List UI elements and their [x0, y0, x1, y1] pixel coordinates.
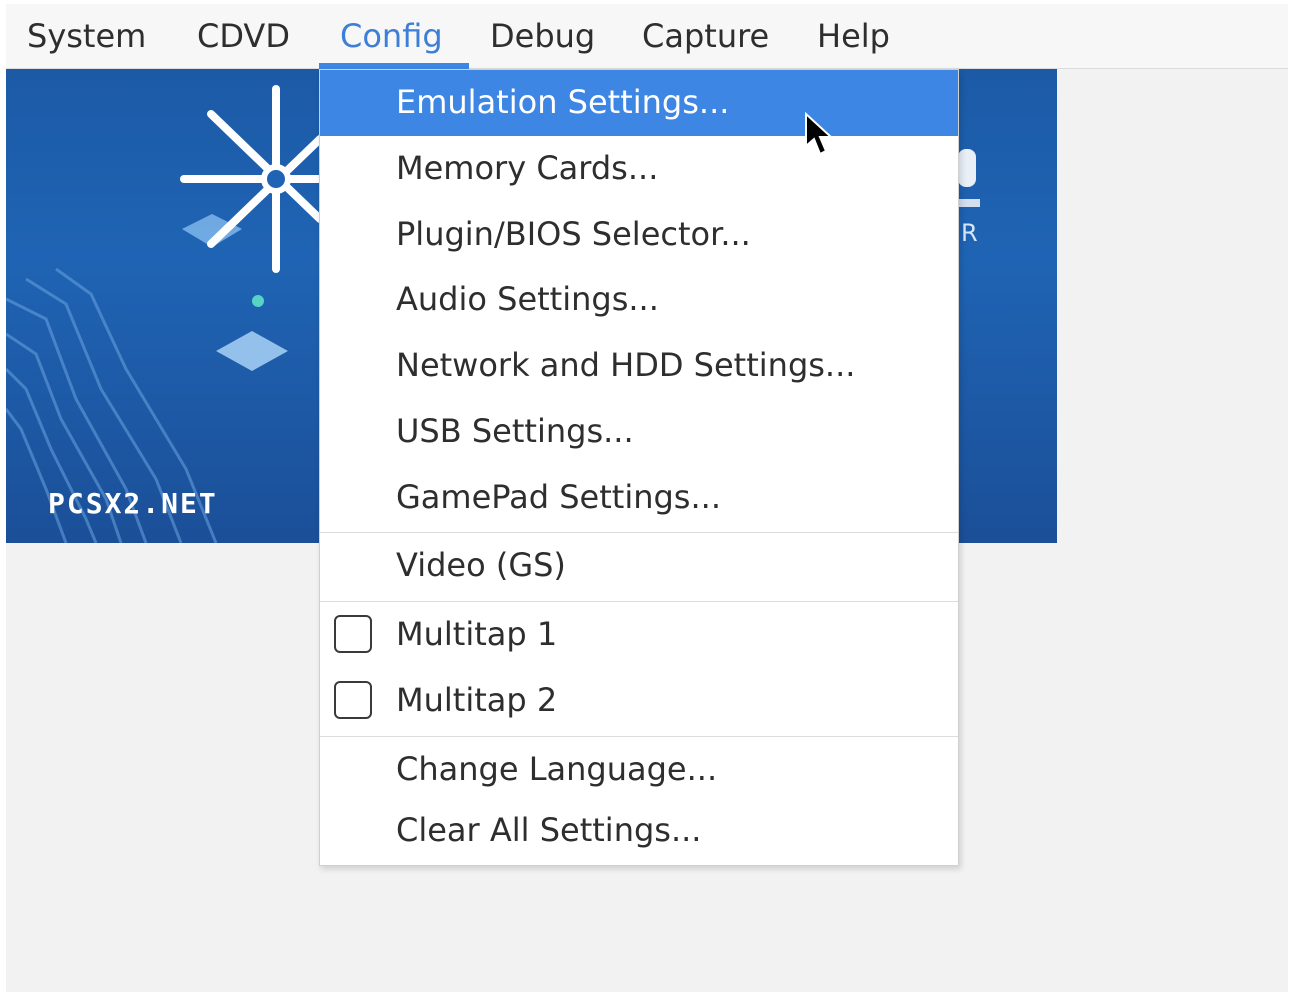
banner-partial-letter: R [961, 219, 978, 247]
menu-item-label: Video (GS) [396, 546, 566, 584]
menu-item-network-hdd-settings[interactable]: Network and HDD Settings... [320, 333, 958, 399]
menu-item-label: Plugin/BIOS Selector... [396, 215, 751, 253]
diamond-shape-2 [216, 331, 288, 371]
menu-item-label: Audio Settings... [396, 280, 659, 318]
app-window: System CDVD Config Debug Capture Help R … [6, 4, 1288, 992]
menu-item-video-gs[interactable]: Video (GS) [320, 533, 958, 599]
menu-item-label: Emulation Settings... [396, 83, 730, 121]
menu-item-audio-settings[interactable]: Audio Settings... [320, 267, 958, 333]
menu-item-clear-all-settings[interactable]: Clear All Settings... [320, 798, 958, 864]
mouse-pointer-icon [805, 112, 834, 156]
menu-item-label: Multitap 1 [396, 615, 558, 653]
multitap-2-checkbox[interactable] [334, 681, 372, 719]
menu-item-memory-cards[interactable]: Memory Cards... [320, 136, 958, 202]
menu-item-label: Network and HDD Settings... [396, 346, 856, 384]
menu-item-label: Change Language... [396, 750, 718, 788]
menu-item-multitap-2[interactable]: Multitap 2 [320, 668, 958, 734]
menu-capture[interactable]: Capture [642, 16, 769, 56]
menu-debug[interactable]: Debug [490, 16, 595, 56]
menu-item-change-language[interactable]: Change Language... [320, 737, 958, 803]
menu-item-label: Multitap 2 [396, 681, 558, 719]
menu-item-label: GamePad Settings... [396, 478, 721, 516]
menu-item-multitap-1[interactable]: Multitap 1 [320, 602, 958, 668]
menu-cdvd[interactable]: CDVD [197, 16, 290, 56]
menu-item-label: Clear All Settings... [396, 811, 702, 849]
menu-bar: System CDVD Config Debug Capture Help [6, 4, 1288, 69]
config-dropdown-menu: Emulation Settings... Memory Cards... Pl… [319, 69, 959, 866]
menu-item-usb-settings[interactable]: USB Settings... [320, 399, 958, 465]
glow-dot [252, 295, 264, 307]
menu-system[interactable]: System [27, 16, 146, 56]
menu-item-emulation-settings[interactable]: Emulation Settings... [320, 70, 958, 136]
multitap-1-checkbox[interactable] [334, 615, 372, 653]
menu-item-gamepad-settings[interactable]: GamePad Settings... [320, 465, 958, 531]
menu-item-label: Memory Cards... [396, 149, 659, 187]
banner-url-text: PCSX2.NET [48, 487, 218, 520]
menu-item-label: USB Settings... [396, 412, 634, 450]
menu-help[interactable]: Help [817, 16, 890, 56]
menu-item-plugin-bios-selector[interactable]: Plugin/BIOS Selector... [320, 202, 958, 268]
menu-config[interactable]: Config [340, 16, 443, 56]
